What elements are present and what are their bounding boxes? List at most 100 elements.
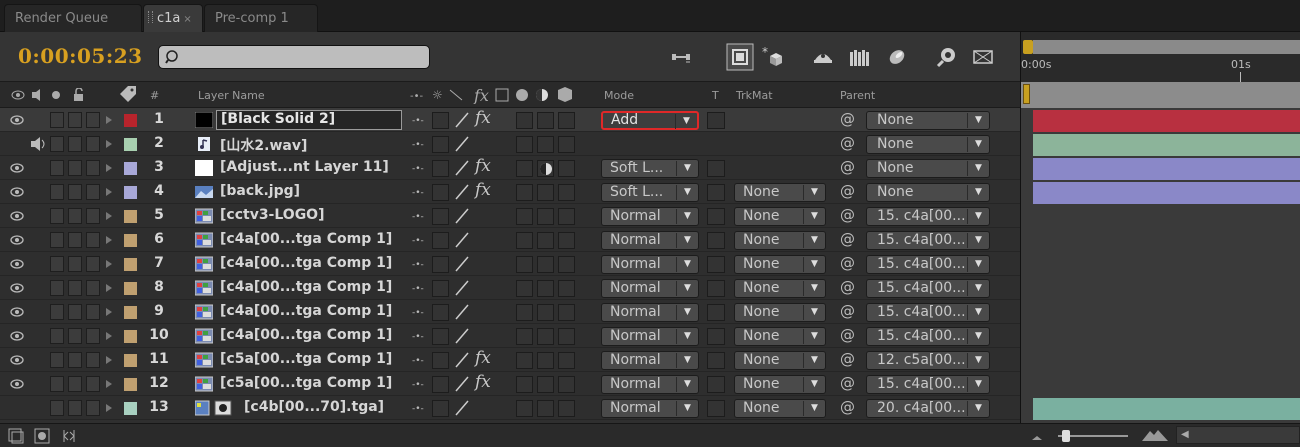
live-update-icon[interactable]	[972, 46, 994, 68]
lock-switch[interactable]	[68, 112, 82, 128]
quality-box[interactable]	[432, 160, 449, 177]
parent-dropdown[interactable]: 12. c5a[00... ▼	[866, 351, 990, 370]
blend-mode-dropdown[interactable]: Normal ▼	[601, 303, 699, 322]
shy-switch[interactable]	[86, 208, 100, 224]
parent-pickwhip-icon[interactable]: @	[840, 134, 855, 152]
scroll-left-icon[interactable]: ◀	[1181, 429, 1189, 440]
layer-row[interactable]: 13 [c4b[00...70].tga] -•- Normal ▼ None ▼ @20. …	[0, 396, 1020, 420]
shy-layer-switch[interactable]: -•-	[412, 164, 424, 174]
effects-fx-icon[interactable]: fx	[475, 108, 491, 128]
blend-mode-dropdown[interactable]: Normal ▼	[601, 375, 699, 394]
shy-switch[interactable]	[86, 352, 100, 368]
expand-triangle-icon[interactable]	[106, 188, 112, 196]
parent-pickwhip-icon[interactable]: @	[840, 158, 855, 176]
track-matte-dropdown[interactable]: None ▼	[734, 399, 826, 418]
layer-row[interactable]: 4 [back.jpg] -•- fx Soft L... ▼ None ▼ @ None ▼	[0, 180, 1020, 204]
layer-duration-bar[interactable]	[1033, 398, 1300, 420]
solo-switch[interactable]	[50, 160, 64, 176]
lock-switch[interactable]	[68, 400, 82, 416]
lock-switch[interactable]	[68, 256, 82, 272]
solo-switch[interactable]	[50, 208, 64, 224]
shy-layer-switch[interactable]: -•-	[412, 116, 424, 126]
quality-box[interactable]	[432, 400, 449, 417]
layer-row[interactable]: 11 [c5a[00...tga Comp 1] -•- fx Normal ▼ None ▼…	[0, 348, 1020, 372]
lock-switch[interactable]	[68, 160, 82, 176]
quality-box[interactable]	[432, 352, 449, 369]
quality-slash-icon[interactable]	[455, 400, 469, 416]
blend-mode-dropdown[interactable]: Normal ▼	[601, 231, 699, 250]
header-trkmat[interactable]: TrkMat	[736, 89, 773, 102]
3d-layer-switch[interactable]	[558, 160, 575, 177]
quality-slash-icon[interactable]	[455, 136, 469, 152]
track-matte-dropdown[interactable]: None ▼	[734, 375, 826, 394]
parent-dropdown[interactable]: 15. c4a[00... ▼	[866, 327, 990, 346]
eye-icon[interactable]	[10, 162, 24, 174]
quality-box[interactable]	[432, 256, 449, 273]
header-layer-name[interactable]: Layer Name	[198, 89, 265, 102]
expand-triangle-icon[interactable]	[106, 404, 112, 412]
track-matte-dropdown[interactable]: None ▼	[734, 183, 826, 202]
layer-row[interactable]: 3 [Adjust...nt Layer 11] -•- fx Soft L... ▼ @ N…	[0, 156, 1020, 180]
motion-blur-switch[interactable]	[516, 184, 533, 201]
in-out-toggle-icon[interactable]	[62, 428, 76, 444]
track-matte-dropdown[interactable]: None ▼	[734, 327, 826, 346]
current-time-indicator[interactable]	[1023, 84, 1030, 104]
solo-switch[interactable]	[50, 112, 64, 128]
layer-duration-bar[interactable]	[1033, 134, 1300, 156]
motion-blur-switch[interactable]	[516, 208, 533, 225]
quality-box[interactable]	[432, 136, 449, 153]
blend-mode-dropdown[interactable]: Normal ▼	[601, 327, 699, 346]
layer-row[interactable]: 8 [c4a[00...tga Comp 1] -•- Normal ▼ None ▼ @15…	[0, 276, 1020, 300]
label-color-swatch[interactable]	[124, 258, 137, 271]
label-color-swatch[interactable]	[124, 306, 137, 319]
hide-shy-layers-icon[interactable]: *	[762, 46, 784, 68]
expand-triangle-icon[interactable]	[106, 356, 112, 364]
shy-layer-switch[interactable]: -•-	[412, 212, 424, 222]
quality-slash-icon[interactable]	[455, 184, 469, 200]
parent-pickwhip-icon[interactable]: @	[840, 182, 855, 200]
motion-blur-switch[interactable]	[516, 112, 533, 129]
3d-layer-switch[interactable]	[558, 400, 575, 417]
expand-triangle-icon[interactable]	[106, 380, 112, 388]
tab-pre-comp-1[interactable]: Pre-comp 1	[204, 4, 318, 32]
expand-triangle-icon[interactable]	[106, 332, 112, 340]
lock-switch[interactable]	[68, 352, 82, 368]
blend-mode-dropdown[interactable]: Add ▼	[601, 111, 699, 130]
3d-layer-switch[interactable]	[558, 112, 575, 129]
parent-pickwhip-icon[interactable]: @	[840, 254, 855, 272]
solo-switch[interactable]	[50, 304, 64, 320]
parent-pickwhip-icon[interactable]: @	[840, 110, 855, 128]
expand-triangle-icon[interactable]	[106, 164, 112, 172]
quality-box[interactable]	[432, 112, 449, 129]
blend-mode-dropdown[interactable]: Soft L... ▼	[601, 159, 699, 178]
quality-slash-icon[interactable]	[455, 328, 469, 344]
shy-switch[interactable]	[86, 160, 100, 176]
label-color-swatch[interactable]	[124, 378, 137, 391]
adjustment-layer-switch[interactable]	[537, 232, 554, 249]
layer-row[interactable]: 7 [c4a[00...tga Comp 1] -•- Normal ▼ None ▼ @15…	[0, 252, 1020, 276]
expand-triangle-icon[interactable]	[106, 260, 112, 268]
quality-box[interactable]	[432, 280, 449, 297]
eye-icon[interactable]	[10, 378, 24, 390]
layer-name[interactable]: [c4b[00...70].tga]	[244, 399, 384, 415]
shy-switch[interactable]	[86, 280, 100, 296]
preserve-transparency-switch[interactable]	[707, 112, 725, 129]
adjustment-layer-switch[interactable]	[537, 208, 554, 225]
current-time-display[interactable]: 0:00:05:23	[18, 44, 143, 68]
adjustment-layer-switch[interactable]	[537, 352, 554, 369]
solo-switch[interactable]	[50, 280, 64, 296]
close-icon[interactable]: ×	[183, 14, 191, 25]
track-matte-dropdown[interactable]: None ▼	[734, 303, 826, 322]
3d-layer-switch[interactable]	[558, 304, 575, 321]
label-color-swatch[interactable]	[124, 162, 137, 175]
transfer-controls-toggle-icon[interactable]	[34, 428, 50, 444]
solo-switch[interactable]	[50, 376, 64, 392]
work-area-start-handle[interactable]	[1023, 40, 1033, 54]
header-mode[interactable]: Mode	[604, 89, 634, 102]
av-features-switches-icon[interactable]	[10, 88, 100, 102]
blend-mode-dropdown[interactable]: Normal ▼	[601, 255, 699, 274]
parent-dropdown[interactable]: None ▼	[866, 135, 990, 154]
3d-layer-switch[interactable]	[558, 184, 575, 201]
layer-row[interactable]: 1 [Black Solid 2] -•- fx Add ▼ @ None ▼	[0, 108, 1020, 132]
track-matte-dropdown[interactable]: None ▼	[734, 207, 826, 226]
